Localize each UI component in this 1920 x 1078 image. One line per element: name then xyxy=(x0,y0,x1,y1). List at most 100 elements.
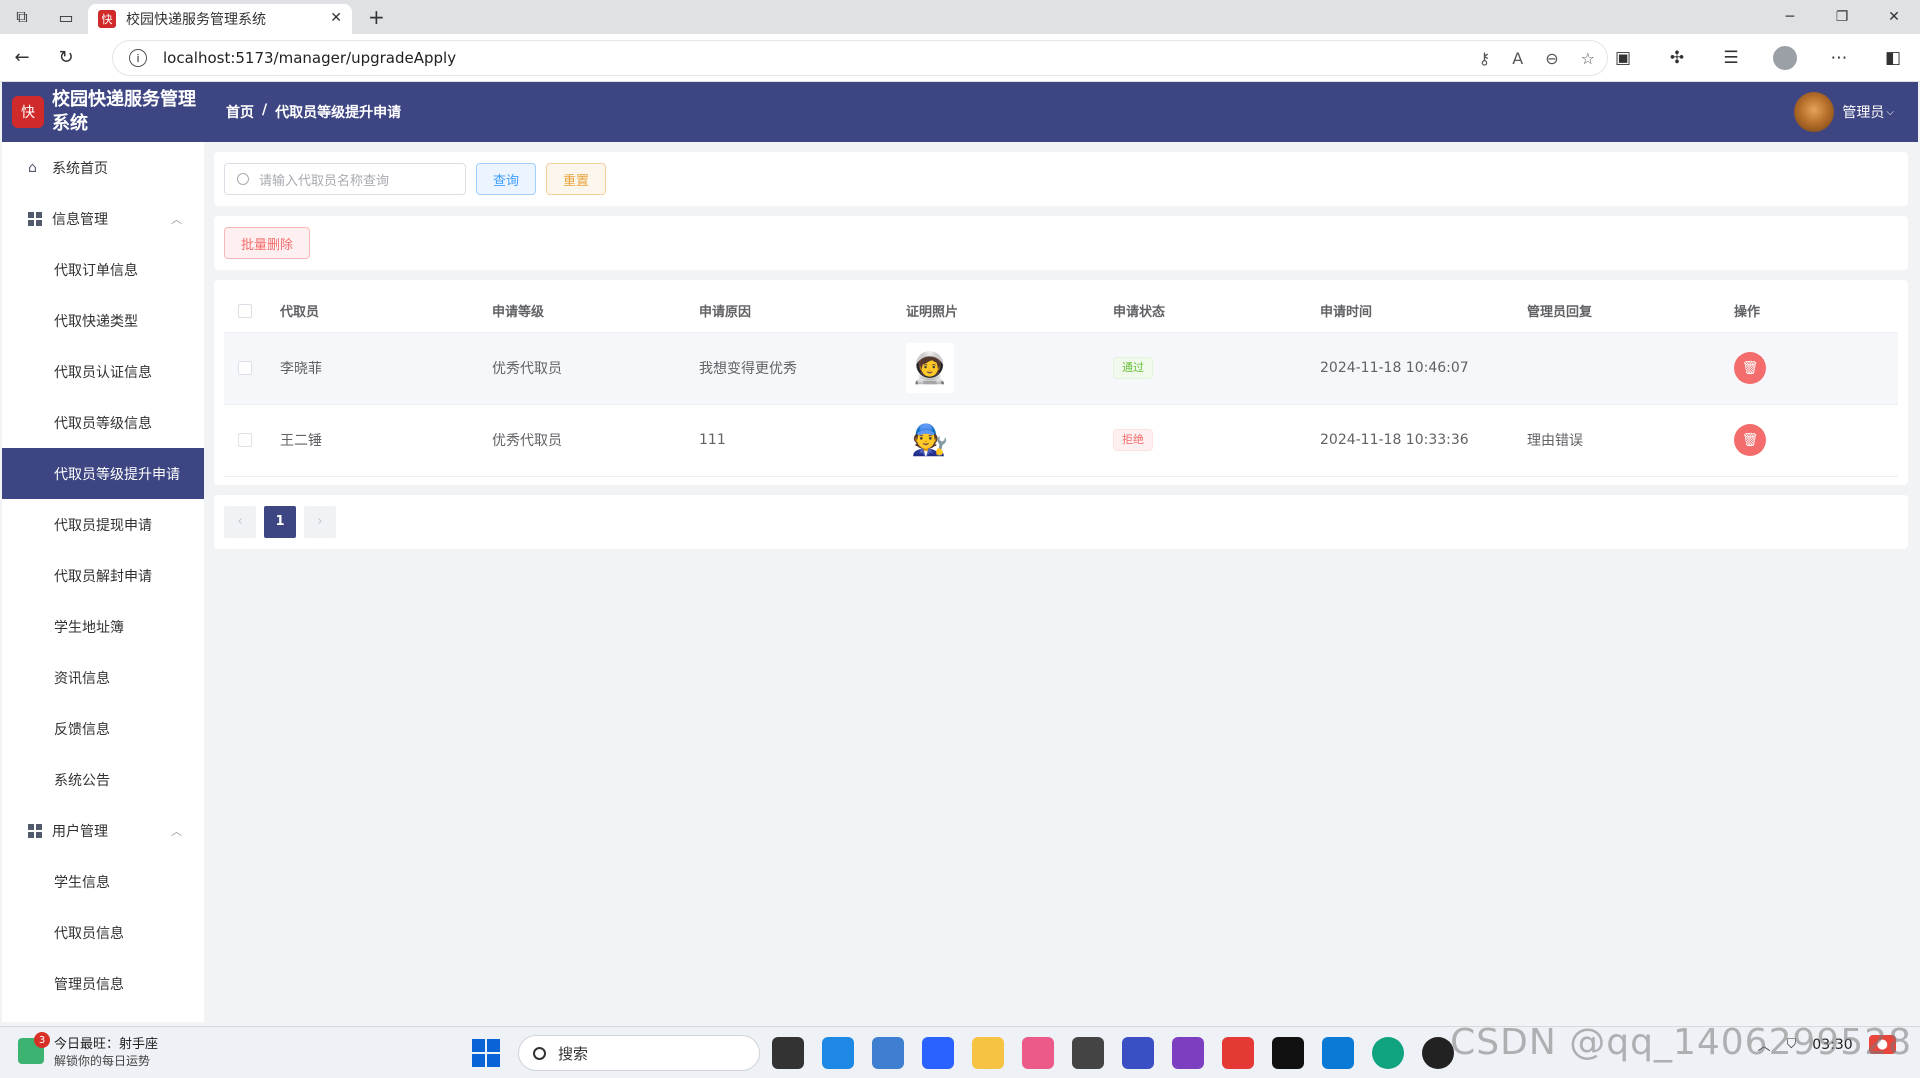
extension-icon[interactable]: ▣ xyxy=(1596,48,1650,68)
sidebar-item-couriers[interactable]: 代取员信息 xyxy=(2,907,204,958)
select-all-checkbox[interactable] xyxy=(238,303,252,318)
sidebar-item-admins[interactable]: 管理员信息 xyxy=(2,958,204,1009)
table-row: 王二锤 优秀代取员 111 🧑‍🔧 拒绝 2024-11-18 10:33:36… xyxy=(224,404,1898,477)
new-tab-icon[interactable]: + xyxy=(368,5,385,29)
grid-icon xyxy=(28,823,42,838)
app-icon[interactable] xyxy=(1022,1037,1054,1069)
close-tab-icon[interactable]: ✕ xyxy=(330,10,342,26)
row-select-cell xyxy=(224,404,280,477)
delete-button[interactable]: 🗑 xyxy=(1734,424,1766,456)
sidebar-item-label: 代取员认证信息 xyxy=(54,364,152,381)
sidebar-item-address-book[interactable]: 学生地址簿 xyxy=(2,601,204,652)
sidebar-toggle-icon[interactable]: ◧ xyxy=(1866,48,1920,68)
row-checkbox[interactable] xyxy=(238,433,252,447)
notification-badge: 3 xyxy=(34,1032,50,1048)
sidebar-item-label: 学生地址簿 xyxy=(54,619,124,636)
sidebar-group-info[interactable]: 信息管理 ︿ xyxy=(2,193,204,244)
sidebar-item-upgrade-apply[interactable]: 代取员等级提升申请 xyxy=(2,448,204,499)
proof-photo[interactable]: 🧑‍🚀 xyxy=(906,343,954,393)
batch-delete-button[interactable]: 批量删除 xyxy=(224,227,311,259)
courier-name: 王二锤 xyxy=(280,404,492,477)
column-header: 申请状态 xyxy=(1113,290,1320,333)
reset-button[interactable]: 重置 xyxy=(546,163,607,195)
taskbar-search[interactable]: 搜索 xyxy=(518,1035,760,1071)
breadcrumb-home[interactable]: 首页 xyxy=(226,102,254,122)
browser-extensions: ▣ ✣ ☰ ⋯ ◧ xyxy=(1596,34,1920,82)
minimize-icon[interactable]: ─ xyxy=(1764,0,1816,34)
profile-icon[interactable] xyxy=(1758,46,1812,70)
browser-tab-bar: ⧉ ▭ 快 校园快递服务管理系统 ✕ + ─ ❐ ✕ xyxy=(0,0,1920,34)
tab-actions-icon[interactable]: ▭ xyxy=(44,0,88,34)
windows-start-icon[interactable] xyxy=(472,1039,500,1067)
sidebar-item-feedback[interactable]: 反馈信息 xyxy=(2,703,204,754)
sidebar-item-express-types[interactable]: 代取快递类型 xyxy=(2,295,204,346)
app-icon[interactable] xyxy=(822,1037,854,1069)
site-info-icon[interactable]: i xyxy=(129,49,147,67)
favorite-star-icon[interactable]: ☆ xyxy=(1581,49,1595,68)
status-cell: 拒绝 xyxy=(1113,404,1320,477)
sidebar-item-label: 系统首页 xyxy=(52,160,108,177)
intellij-icon[interactable] xyxy=(1272,1037,1304,1069)
sidebar-item-home[interactable]: ⌂ 系统首页 xyxy=(2,142,204,193)
delete-button[interactable]: 🗑 xyxy=(1734,352,1766,384)
app-icon[interactable] xyxy=(1122,1037,1154,1069)
row-select-cell xyxy=(224,332,280,405)
app-header: 快 校园快递服务管理系统 首页 / 代取员等级提升申请 管理员 ⌵ xyxy=(2,82,1918,142)
courier-name: 李晓菲 xyxy=(280,332,492,405)
pagination: ‹ 1 › xyxy=(214,494,1908,549)
restore-icon[interactable]: ❐ xyxy=(1816,0,1868,34)
file-explorer-icon[interactable] xyxy=(972,1037,1004,1069)
sidebar-item-students[interactable]: 学生信息 xyxy=(2,856,204,907)
visual-studio-icon[interactable] xyxy=(1172,1037,1204,1069)
page-number-button[interactable]: 1 xyxy=(264,505,296,538)
admin-reply xyxy=(1527,332,1734,405)
data-table: 代取员 申请等级 申请原因 证明照片 申请状态 申请时间 管理员回复 操作 李晓… xyxy=(214,280,1908,485)
refresh-icon[interactable]: ↻ xyxy=(44,34,88,82)
url-field[interactable]: i localhost:5173/manager/upgradeApply ⚷ … xyxy=(112,40,1608,76)
sidebar-item-orders[interactable]: 代取订单信息 xyxy=(2,244,204,295)
sidebar-group-users[interactable]: 用户管理 ︿ xyxy=(2,805,204,856)
app-icon[interactable] xyxy=(872,1037,904,1069)
user-menu[interactable]: 管理员 ⌵ xyxy=(1794,92,1894,132)
favorites-icon[interactable]: ☰ xyxy=(1704,48,1758,68)
sidebar-item-courier-levels[interactable]: 代取员等级信息 xyxy=(2,397,204,448)
apply-time: 2024-11-18 10:46:07 xyxy=(1320,332,1527,405)
proof-photo[interactable]: 🧑‍🔧 xyxy=(906,415,954,465)
weather-widget[interactable]: 3 今日最旺：射手座 解锁你的每日运势 xyxy=(18,1032,159,1069)
query-button[interactable]: 查询 xyxy=(476,163,537,195)
sidebar-item-courier-certification[interactable]: 代取员认证信息 xyxy=(2,346,204,397)
more-icon[interactable]: ⋯ xyxy=(1812,48,1866,68)
store-icon[interactable] xyxy=(922,1037,954,1069)
zoom-icon[interactable]: ⊖ xyxy=(1545,49,1558,68)
prev-page-button[interactable]: ‹ xyxy=(224,505,256,538)
puzzle-icon[interactable]: ✣ xyxy=(1650,48,1704,68)
column-header: 申请等级 xyxy=(492,290,699,333)
close-window-icon[interactable]: ✕ xyxy=(1868,0,1920,34)
sidebar-item-withdraw-apply[interactable]: 代取员提现申请 xyxy=(2,499,204,550)
sidebar-item-news[interactable]: 资讯信息 xyxy=(2,652,204,703)
app-icon[interactable] xyxy=(1072,1037,1104,1069)
widget-line2: 解锁你的每日运势 xyxy=(54,1054,151,1068)
sidebar-item-notice[interactable]: 系统公告 xyxy=(2,754,204,805)
wps-icon[interactable] xyxy=(1222,1037,1254,1069)
edge-icon[interactable] xyxy=(1372,1037,1404,1069)
workspaces-icon[interactable]: ⧉ xyxy=(0,0,44,34)
vscode-icon[interactable] xyxy=(1322,1037,1354,1069)
sidebar-item-unban-apply[interactable]: 代取员解封申请 xyxy=(2,550,204,601)
next-page-button[interactable]: › xyxy=(304,505,336,538)
trash-icon: 🗑 xyxy=(1741,432,1759,448)
read-aloud-icon[interactable]: A xyxy=(1512,49,1523,68)
back-icon[interactable]: ← xyxy=(0,34,44,82)
task-view-icon[interactable] xyxy=(772,1037,804,1069)
sidebar-group-label: 用户管理 xyxy=(52,823,108,840)
widget-line1: 今日最旺：射手座 xyxy=(54,1037,159,1052)
browser-tab[interactable]: 快 校园快递服务管理系统 ✕ xyxy=(88,4,352,34)
main-content: 请输入代取员名称查询 查询 重置 批量删除 代取员 申请等级 申请原因 证明照片… xyxy=(214,152,1908,559)
sidebar-item-label: 代取员等级信息 xyxy=(54,415,152,432)
key-icon[interactable]: ⚷ xyxy=(1479,49,1491,68)
watermark: CSDN @qq_1406299528 xyxy=(1450,1022,1912,1063)
search-input[interactable]: 请输入代取员名称查询 xyxy=(224,163,466,195)
row-checkbox[interactable] xyxy=(238,361,252,375)
home-icon: ⌂ xyxy=(28,159,37,176)
breadcrumb-current: 代取员等级提升申请 xyxy=(275,105,402,121)
